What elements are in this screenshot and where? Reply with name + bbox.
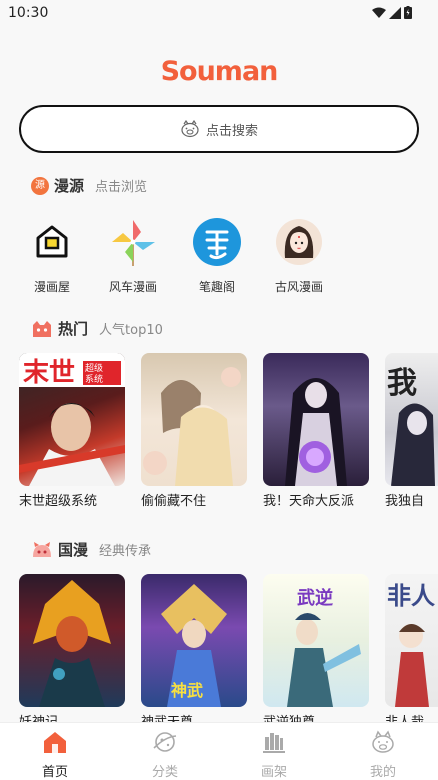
comic-title: 妖神记 [19,711,125,722]
piggy-icon [181,120,199,138]
status-time: 10:30 [8,5,49,21]
comic-card[interactable]: 妖神记 [19,574,125,722]
status-bar: 10:30 [0,0,438,26]
home-icon [44,732,66,753]
planet-icon [153,732,177,752]
profile-piggy-icon [372,730,394,753]
source-item-fengche[interactable]: 风车漫画 [93,218,173,295]
comic-cover: 神武 [141,574,247,707]
svg-text:武逆: 武逆 [297,587,333,609]
guoman-icon [33,541,51,557]
source-item-manhuawu[interactable]: 漫画屋 [12,218,92,295]
comic-card[interactable]: 神武 神武天尊 [141,574,247,722]
svg-text:我: 我 [387,366,417,401]
source-label: 风车漫画 [108,280,157,294]
source-label: 漫画屋 [33,280,70,294]
sources-title: 漫源 [54,177,85,195]
wifi-icon [372,7,386,18]
bookshelf-icon [263,733,285,753]
svg-text:系统: 系统 [85,373,103,385]
cover-art [143,367,241,486]
comic-title: 我！天命大反派 [263,494,355,509]
tab-home[interactable]: 首页 [0,723,110,780]
comic-title: 我独自 [385,494,425,509]
tab-label: 分类 [151,765,178,780]
ancient-girl-icon [276,219,322,265]
comic-card[interactable]: 武逆 武逆独尊 [263,574,369,722]
tab-mine[interactable]: 我的 [328,723,438,780]
source-label: 古风漫画 [274,280,323,294]
comic-title: 武逆独尊 [263,711,369,722]
tab-label: 我的 [369,765,396,780]
comic-cover: 我 [385,353,438,486]
comic-title: 偷偷藏不住 [141,494,207,509]
svg-text:神武: 神武 [171,681,203,700]
cover-art: 非人 [387,582,435,707]
comic-card[interactable]: 我！天命大反派 [263,353,369,509]
tab-label: 首页 [41,765,68,780]
signal-icon [389,6,401,19]
comic-card[interactable]: 末世 超级 系统 末世超级系统 [19,353,125,509]
comic-cover: 末世 超级 系统 [19,353,125,486]
comic-cover [263,353,369,486]
source-item-biquge[interactable]: 笔趣阁 [177,218,257,295]
svg-text:超级: 超级 [85,362,103,374]
status-icons [372,6,412,19]
hot-subtitle: 人气top10 [99,323,163,338]
comic-title: 神武天尊 [141,711,247,722]
guoman-title: 国漫 [58,541,89,559]
source-item-gufeng[interactable]: 古风漫画 [259,218,339,295]
search-bar[interactable]: 点击搜索 [19,105,419,153]
tab-category[interactable]: 分类 [110,723,220,780]
comic-card[interactable]: 偷偷藏不住 [141,353,247,509]
tab-label: 画架 [260,765,287,780]
comic-cover: 武逆 [263,574,369,707]
tab-shelf[interactable]: 画架 [219,723,329,780]
app-logo: Souman [160,56,279,87]
house-icon [36,225,68,258]
cover-art: 神武 [161,584,227,707]
cover-art: 武逆 [287,587,361,707]
cover-art: 末世 超级 系统 [19,353,125,486]
bi-icon [193,218,241,266]
cover-art [33,580,111,707]
comic-card[interactable]: 非人 非人哉 [385,574,438,722]
source-label: 笔趣阁 [198,280,235,294]
sources-subtitle[interactable]: 点击浏览 [95,176,147,195]
bottom-tab-bar: 首页 分类 画架 我的 [0,722,438,780]
search-placeholder: 点击搜索 [205,123,258,139]
guoman-comics-row[interactable]: 妖神记 神武 神武天尊 武逆 武逆独尊 非人 [0,574,438,722]
source-badge-icon: 源 [31,176,49,195]
cover-art [285,378,347,486]
comic-cover: 非人 [385,574,438,707]
comic-card[interactable]: 我 我独自 [385,353,438,509]
sources-header: 源 漫源 点击浏览 [31,175,147,196]
hot-icon [33,320,51,337]
pinwheel-icon [112,220,155,266]
hot-title: 热门 [58,320,89,338]
comic-cover [19,574,125,707]
hot-comics-row[interactable]: 末世 超级 系统 末世超级系统 偷偷藏不住 我！天命大反派 我 我独自 [0,353,438,513]
guoman-subtitle: 经典传承 [99,544,152,559]
hot-header: 热门 人气top10 [31,318,163,339]
comic-cover [141,353,247,486]
svg-text:末世: 末世 [23,358,75,388]
battery-icon [404,6,412,19]
comic-title: 非人哉 [385,711,438,722]
svg-text:非人: 非人 [387,582,435,610]
cover-art: 我 [387,366,435,486]
comic-title: 末世超级系统 [19,494,98,509]
guoman-header: 国漫 经典传承 [31,539,151,560]
